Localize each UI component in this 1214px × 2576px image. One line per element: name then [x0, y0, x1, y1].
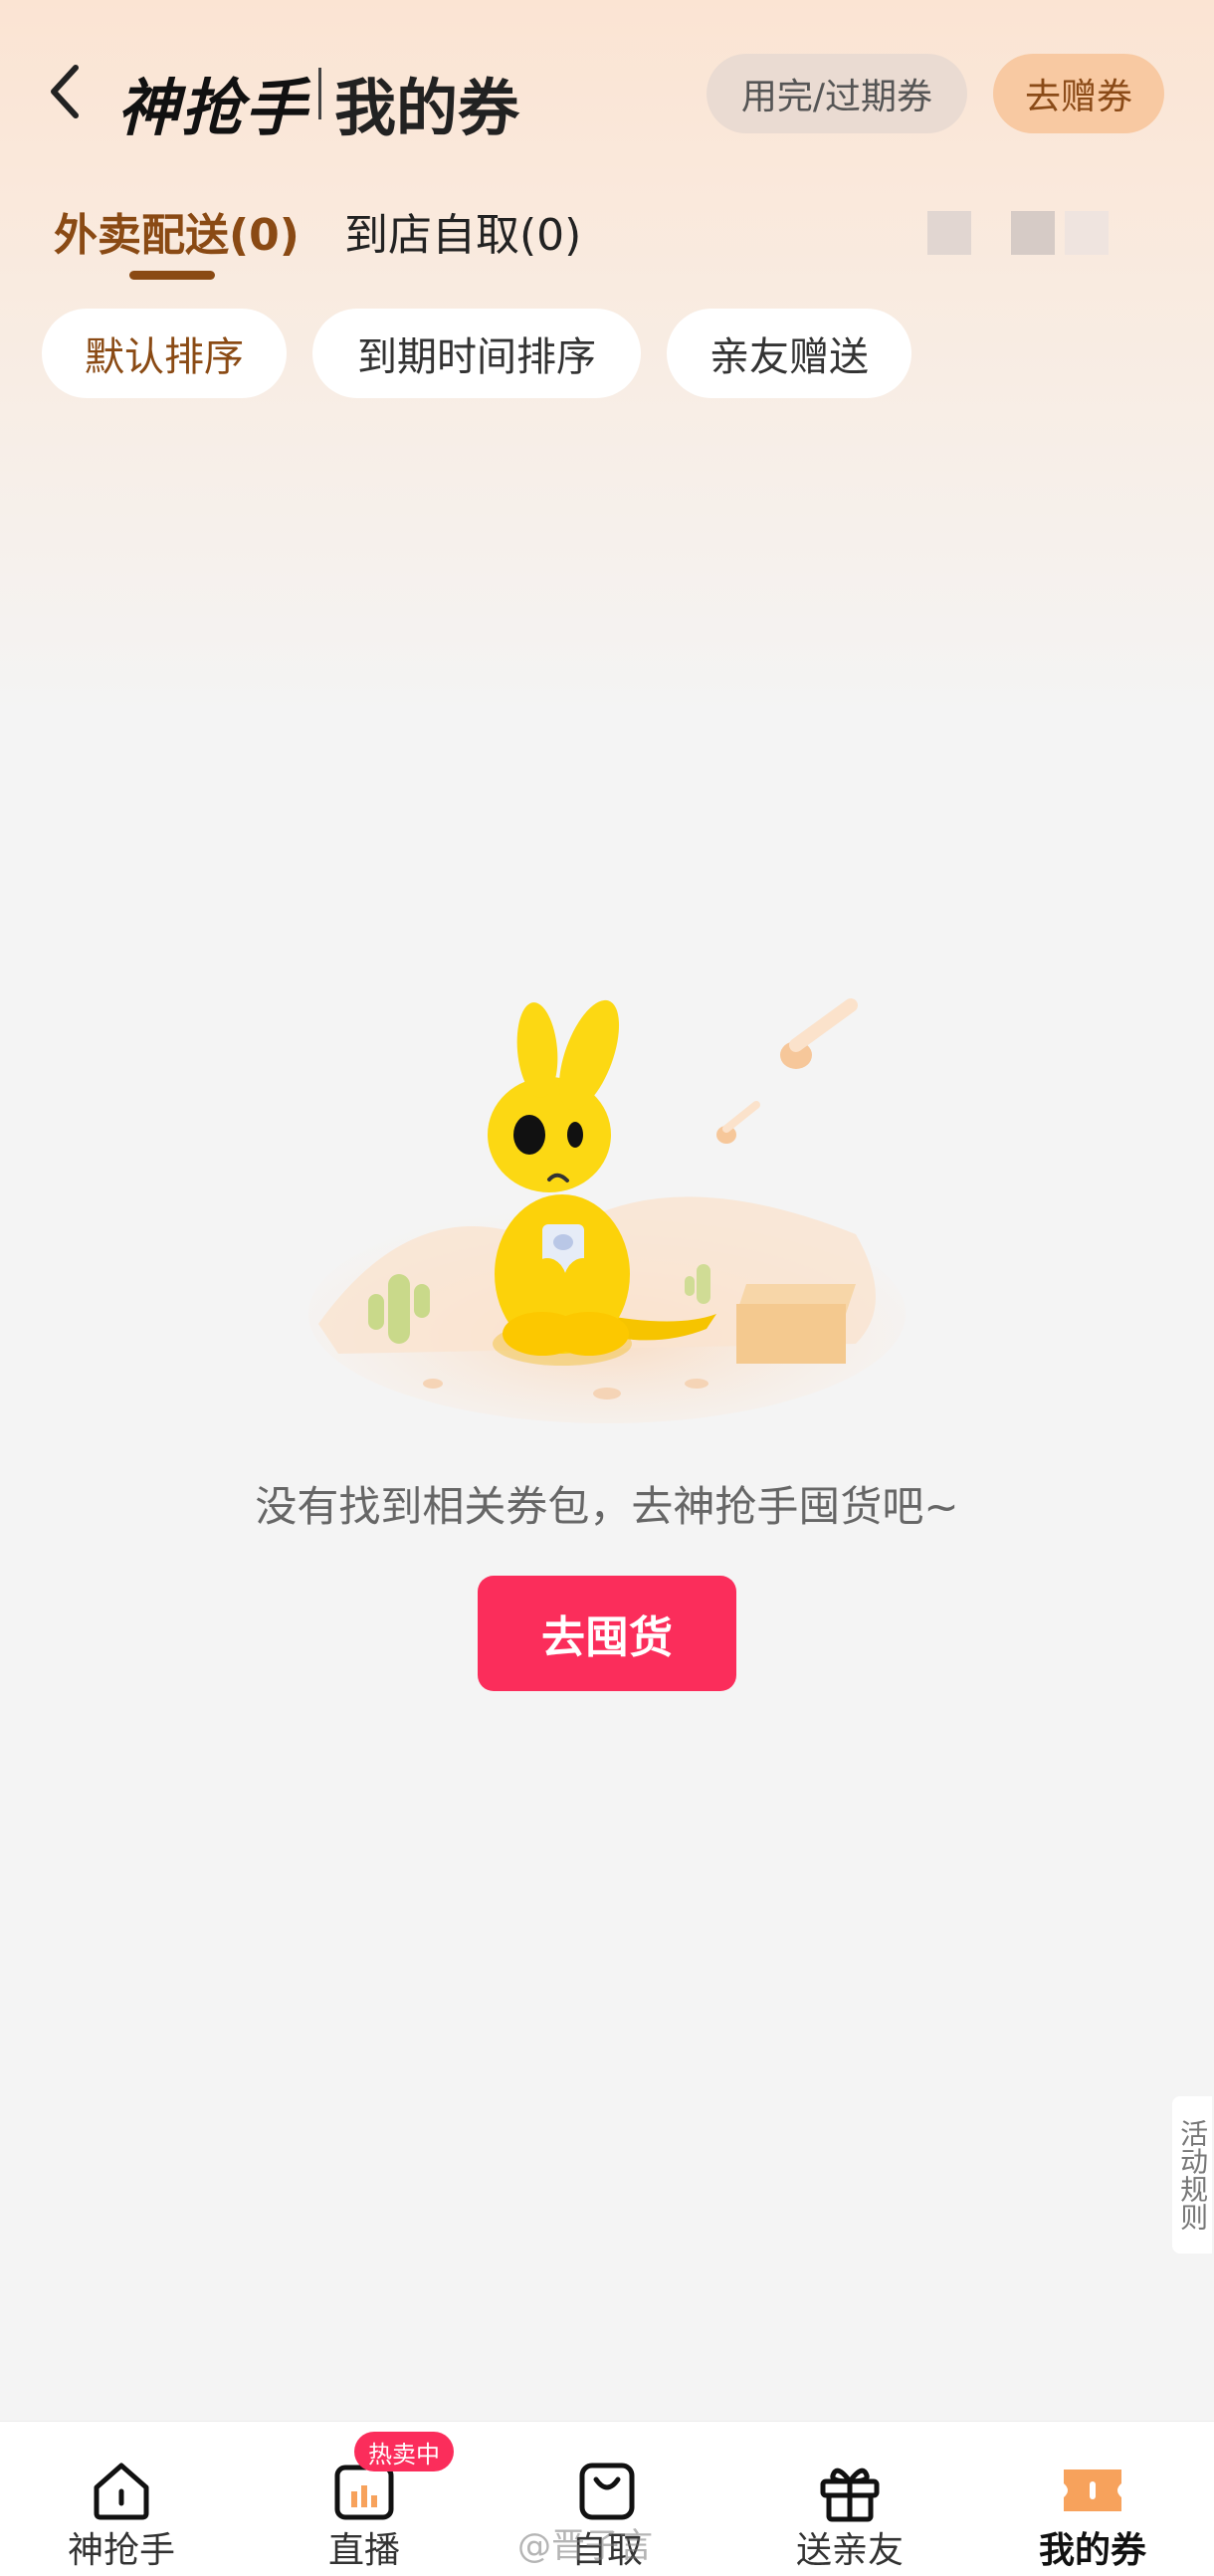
nav-label: 我的券: [1038, 2530, 1146, 2571]
nav-item-live[interactable]: 热卖中 直播: [243, 2422, 486, 2576]
watermark: @晋子言: [517, 2526, 653, 2566]
stock-up-button[interactable]: 去囤货: [478, 1576, 736, 1691]
category-tabs: 外卖配送(0) 到店自取(0): [0, 199, 1214, 289]
friends-gift-chip[interactable]: 亲友赠送: [667, 309, 911, 398]
back-button[interactable]: [40, 62, 90, 121]
brand-logo: 神抢手: [117, 72, 309, 144]
chevron-left-icon: [51, 65, 79, 118]
nav-label: 神抢手: [67, 2530, 175, 2571]
shopping-bag-icon: [579, 2463, 635, 2520]
expired-coupons-button[interactable]: 用完/过期券: [707, 54, 967, 133]
activity-rules-tab[interactable]: 活动规则: [1172, 2096, 1212, 2254]
hot-badge: 热卖中: [354, 2432, 454, 2471]
empty-kangaroo-illustration: [308, 998, 906, 1423]
nav-item-my-coupons[interactable]: 我的券: [971, 2422, 1214, 2576]
active-tab-indicator: [129, 271, 215, 280]
sort-chips: 默认排序 到期时间排序 亲友赠送: [0, 309, 1214, 400]
blurred-placeholder: [1065, 211, 1109, 255]
tab-pickup[interactable]: 到店自取(0): [344, 199, 581, 263]
nav-item-home[interactable]: 神抢手: [0, 2422, 243, 2576]
gift-icon: [820, 2468, 880, 2522]
home-icon: [94, 2463, 149, 2520]
title-divider: [318, 68, 321, 119]
gift-coupon-button[interactable]: 去赠券: [993, 54, 1164, 133]
top-header: 神抢手 我的券 用完/过期券 去赠券: [0, 40, 1214, 149]
page-title: 我的券: [334, 72, 520, 144]
coupon-icon: [1064, 2469, 1121, 2511]
blurred-placeholder: [927, 211, 971, 255]
nav-label: 直播: [327, 2530, 400, 2571]
nav-label: 送亲友: [795, 2530, 904, 2571]
nav-item-gift-friends[interactable]: 送亲友: [728, 2422, 971, 2576]
tab-delivery[interactable]: 外卖配送(0): [54, 199, 300, 263]
activity-rules-label: 活动规则: [1176, 2119, 1210, 2231]
empty-state-message: 没有找到相关券包，去神抢手囤货吧~: [255, 1482, 959, 1531]
sort-default-chip[interactable]: 默认排序: [42, 309, 287, 398]
blurred-placeholder: [1011, 211, 1055, 255]
sort-expiry-chip[interactable]: 到期时间排序: [312, 309, 641, 398]
